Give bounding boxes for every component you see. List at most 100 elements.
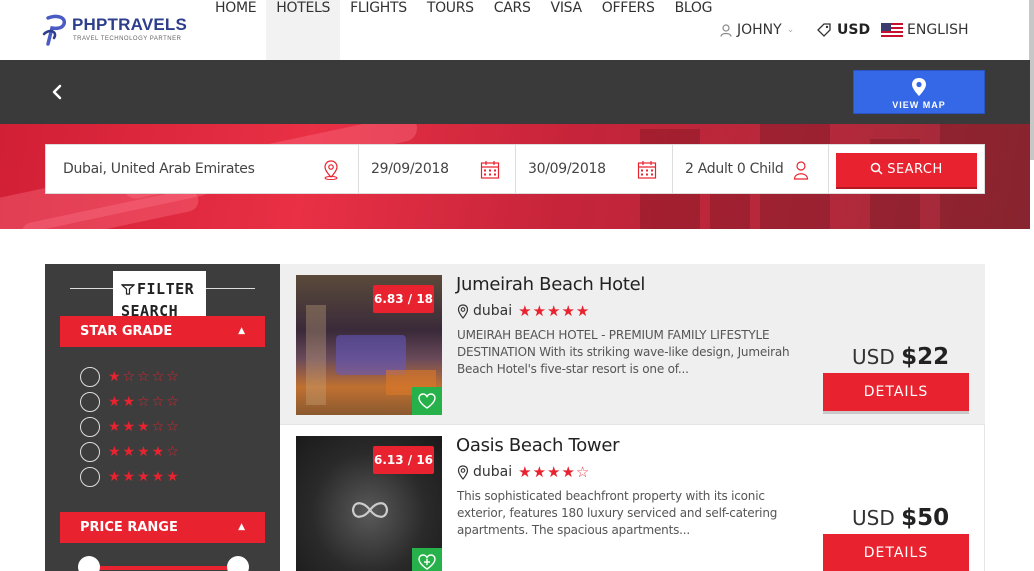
guests-field[interactable]: 2 Adult 0 Child <box>673 145 829 193</box>
location-pin-icon <box>324 160 338 180</box>
language-label: ENGLISH <box>907 22 969 38</box>
star-filter-2[interactable]: ★★☆☆☆ <box>80 392 181 412</box>
nav-tours[interactable]: TOURS <box>417 0 484 60</box>
filter-icon <box>121 284 135 295</box>
star-filter-3[interactable]: ★★★☆☆ <box>80 417 181 437</box>
back-arrow-icon[interactable] <box>46 80 70 104</box>
review-score-badge: 6.13 / 16 <box>373 446 434 474</box>
nav-flights[interactable]: FLIGHTS <box>340 0 417 60</box>
nav-visa[interactable]: VISA <box>541 0 592 60</box>
checkin-value: 29/09/2018 <box>371 161 449 177</box>
hotel-card: 6.83 / 18 Jumeirah Beach Hotel dubai ★★★… <box>280 264 985 425</box>
heart-icon <box>418 393 436 409</box>
chevron-down-icon: ⌄ <box>786 25 795 35</box>
toolbar: VIEW MAP <box>0 60 1030 124</box>
price-slider-min-handle[interactable] <box>78 556 100 571</box>
person-icon <box>793 161 809 180</box>
main-nav: HOME HOTELS FLIGHTS TOURS CARS VISA OFFE… <box>205 0 722 60</box>
star-filter-5[interactable]: ★★★★★ <box>80 467 181 487</box>
guests-value: 2 Adult 0 Child <box>685 161 784 177</box>
hotel-name[interactable]: Jumeirah Beach Hotel <box>456 274 645 295</box>
star-rating-2: ★★☆☆☆ <box>108 394 181 410</box>
user-menu[interactable]: JOHNY ⌄ <box>720 0 794 60</box>
price-currency: USD <box>852 345 895 369</box>
location-icon <box>457 464 469 480</box>
star-rating-3: ★★★☆☆ <box>108 419 181 435</box>
hotel-description: UMEIRAH BEACH HOTEL - PREMIUM FAMILY LIF… <box>457 328 790 376</box>
nav-hotels[interactable]: HOTELS <box>266 0 341 60</box>
details-button[interactable]: DETAILS <box>823 373 969 411</box>
checkout-value: 30/09/2018 <box>528 161 606 177</box>
hotel-thumbnail[interactable]: 6.83 / 18 <box>296 275 442 415</box>
caret-up-icon: ▲ <box>238 326 245 336</box>
price-range-label: PRICE RANGE <box>80 520 178 535</box>
price-amount: $50 <box>901 505 950 531</box>
currency-selector[interactable]: USD <box>817 0 870 60</box>
logo-mark-icon <box>42 14 67 46</box>
review-score-badge: 6.83 / 18 <box>373 285 434 313</box>
calendar-icon <box>637 161 657 179</box>
radio-button[interactable] <box>80 392 100 412</box>
hotel-name[interactable]: Oasis Beach Tower <box>456 435 620 456</box>
calendar-icon <box>480 161 500 179</box>
nav-cars[interactable]: CARS <box>484 0 541 60</box>
price-amount: $22 <box>901 344 950 370</box>
nav-offers[interactable]: OFFERS <box>592 0 665 60</box>
hotel-card: 6.13 / 16 Oasis Beach Tower dubai ★★★★☆ … <box>280 425 985 571</box>
hotel-thumbnail[interactable]: 6.13 / 16 <box>296 436 442 571</box>
price-slider-max-handle[interactable] <box>227 556 249 571</box>
us-flag-icon <box>881 23 903 37</box>
price-range-header[interactable]: PRICE RANGE ▲ <box>60 512 265 543</box>
star-rating-5: ★★★★★ <box>108 469 181 485</box>
wishlist-button[interactable] <box>412 548 442 571</box>
checkout-field[interactable]: 30/09/2018 <box>516 145 673 193</box>
wishlist-button[interactable] <box>412 387 442 415</box>
hotel-list: 6.83 / 18 Jumeirah Beach Hotel dubai ★★★… <box>280 264 985 571</box>
radio-button[interactable] <box>80 467 100 487</box>
radio-button[interactable] <box>80 417 100 437</box>
divider <box>70 288 115 289</box>
tag-icon <box>817 23 831 37</box>
star-grade-header[interactable]: STAR GRADE ▲ <box>60 316 265 347</box>
search-button[interactable]: SEARCH <box>836 153 977 187</box>
logo-name: PHPTRAVELS <box>72 15 188 34</box>
radio-button[interactable] <box>80 442 100 462</box>
logo-tagline: TRAVEL TECHNOLOGY PARTNER <box>73 36 182 42</box>
user-name: JOHNY <box>737 22 782 38</box>
nav-blog[interactable]: BLOG <box>665 0 723 60</box>
search-icon <box>870 162 883 175</box>
view-map-label: VIEW MAP <box>892 100 946 110</box>
star-filter-1[interactable]: ★☆☆☆☆ <box>80 367 181 387</box>
star-filter-4[interactable]: ★★★★☆ <box>80 442 181 462</box>
hotel-city: dubai <box>473 464 513 480</box>
destination-value: Dubai, United Arab Emirates <box>63 161 255 177</box>
price-slider-track[interactable] <box>90 566 237 570</box>
hotel-price: USD $50 <box>852 505 949 531</box>
hotel-description: This sophisticated beachfront property w… <box>457 489 778 537</box>
destination-field[interactable]: Dubai, United Arab Emirates <box>46 145 359 193</box>
hotel-location: dubai ★★★★★ <box>457 301 590 321</box>
search-button-label: SEARCH <box>887 162 943 177</box>
star-rating-4: ★★★★☆ <box>108 444 181 460</box>
logo[interactable]: PHPTRAVELS TRAVEL TECHNOLOGY PARTNER <box>42 12 202 48</box>
brand-logo-icon <box>351 502 389 518</box>
divider <box>205 288 255 289</box>
filter-sidebar: FILTER SEARCH STAR GRADE ▲ ★☆☆☆☆ ★★☆☆☆ ★… <box>45 264 280 571</box>
details-button[interactable]: DETAILS <box>823 534 969 571</box>
star-grade-label: STAR GRADE <box>80 324 173 339</box>
user-icon <box>720 23 732 37</box>
hotel-search-form: Dubai, United Arab Emirates 29/09/2018 3… <box>45 144 985 194</box>
caret-up-icon: ▲ <box>238 522 245 532</box>
hotel-price: USD $22 <box>852 344 949 370</box>
price-currency: USD <box>852 506 895 530</box>
hotel-star-rating: ★★★★☆ <box>518 463 591 481</box>
hotel-location: dubai ★★★★☆ <box>457 462 590 482</box>
hotel-city: dubai <box>473 303 513 319</box>
star-rating-1: ★☆☆☆☆ <box>108 369 181 385</box>
nav-home[interactable]: HOME <box>205 0 266 60</box>
view-map-button[interactable]: VIEW MAP <box>853 70 985 114</box>
location-icon <box>457 303 469 319</box>
radio-button[interactable] <box>80 367 100 387</box>
checkin-field[interactable]: 29/09/2018 <box>359 145 516 193</box>
language-selector[interactable]: ENGLISH <box>881 0 969 60</box>
